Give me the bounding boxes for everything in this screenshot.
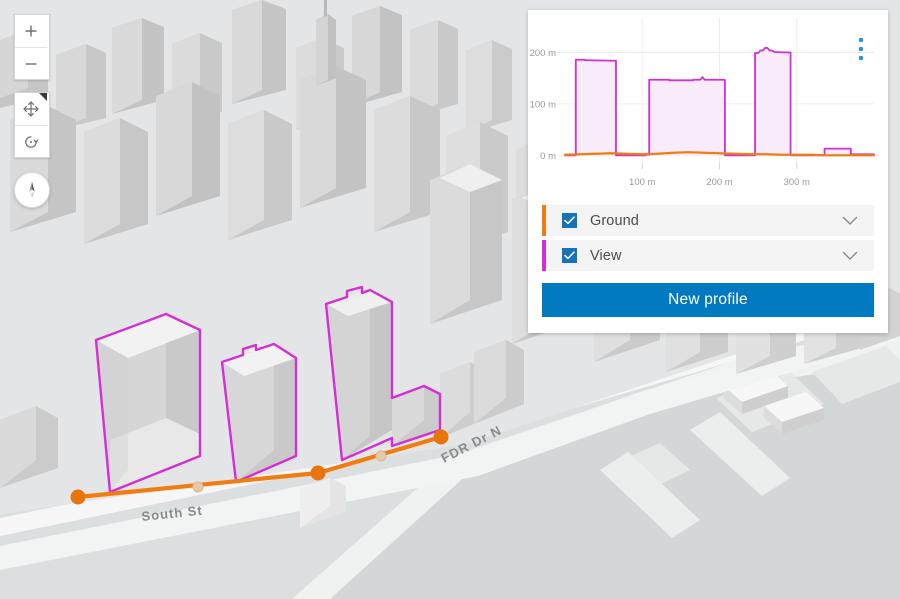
mode-active-indicator <box>39 93 47 101</box>
new-profile-button[interactable]: New profile <box>542 283 874 317</box>
ytick-label: 0 m <box>540 151 556 162</box>
kebab-dot <box>859 56 863 60</box>
checkmark-icon <box>564 216 575 225</box>
elevation-profile-panel: 100 m 200 m 300 m 0 m 100 m 200 m Ground <box>528 10 888 333</box>
profile-chart-container: 100 m 200 m 300 m 0 m 100 m 200 m <box>528 10 888 205</box>
ytick-label: 100 m <box>530 99 556 110</box>
map-navigation-controls <box>14 14 50 208</box>
new-profile-button-wrap: New profile <box>528 275 888 331</box>
legend-row-ground[interactable]: Ground <box>542 205 874 236</box>
legend-color-swatch-ground <box>542 205 546 236</box>
profile-legend-list: Ground View <box>528 205 888 275</box>
legend-expand-chevron-ground[interactable] <box>842 216 858 226</box>
kebab-dot <box>859 47 863 51</box>
legend-row-view[interactable]: View <box>542 240 874 271</box>
rotate-button[interactable] <box>15 125 47 157</box>
chevron-down-icon <box>842 216 858 225</box>
legend-label-view: View <box>590 247 622 264</box>
legend-color-swatch-view <box>542 240 546 271</box>
zoom-out-button[interactable] <box>15 47 47 79</box>
xtick-label: 100 m <box>629 177 655 188</box>
ytick-label: 200 m <box>530 48 556 59</box>
plus-icon <box>25 25 37 37</box>
legend-checkbox-view[interactable] <box>562 248 577 263</box>
zoom-control-group <box>14 14 50 80</box>
legend-expand-chevron-view[interactable] <box>842 251 858 261</box>
legend-label-ground: Ground <box>590 212 639 229</box>
legend-checkbox-ground[interactable] <box>562 213 577 228</box>
elevation-profile-chart[interactable]: 100 m 200 m 300 m 0 m 100 m 200 m <box>528 10 888 205</box>
minus-icon <box>25 62 37 65</box>
zoom-in-button[interactable] <box>15 15 47 47</box>
navigation-mode-group <box>14 92 50 158</box>
kebab-dot <box>859 38 863 42</box>
pan-button[interactable] <box>15 93 47 125</box>
pan-arrows-icon <box>23 101 39 117</box>
checkmark-icon <box>564 251 575 260</box>
compass-needle-icon <box>29 181 35 199</box>
chevron-down-icon <box>842 251 858 260</box>
rotate-icon <box>25 135 39 148</box>
xtick-label: 200 m <box>706 177 732 188</box>
compass-button[interactable] <box>14 172 50 208</box>
more-options-menu-button[interactable] <box>852 35 870 63</box>
xtick-label: 300 m <box>784 177 810 188</box>
app-root: South St FDR Dr N 100 m 200 m 300 m 0 m … <box>0 0 900 599</box>
